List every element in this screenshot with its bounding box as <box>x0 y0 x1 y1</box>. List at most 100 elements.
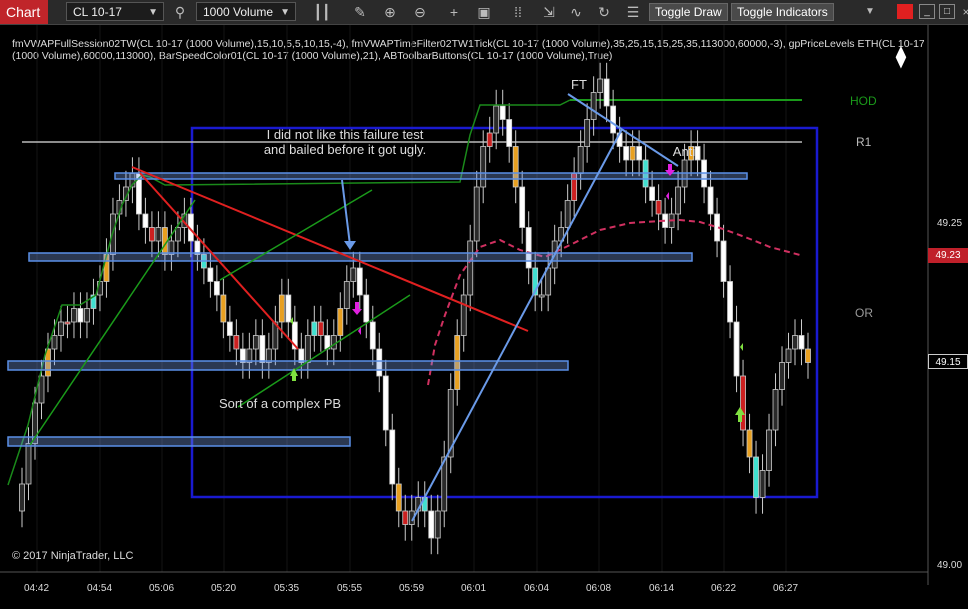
candle-body <box>473 186 480 242</box>
candle-body <box>772 389 779 431</box>
chart-toolbar: Chart CL 10-17 ▼ ⚲ 1000 Volume ▼ ┃┃ ✎ ⊕ ⊖ … <box>0 0 968 25</box>
candle-body <box>629 146 636 161</box>
candle-body <box>259 335 266 363</box>
candle-body <box>785 348 792 363</box>
failure-note-line-1: I did not like this failure test <box>266 127 424 142</box>
candle-body <box>577 146 584 174</box>
candle-body <box>805 348 811 363</box>
candle-body <box>480 146 487 188</box>
candle-body <box>84 308 90 323</box>
candle-body <box>278 294 285 323</box>
time-tick: 06:01 <box>461 583 487 594</box>
candle-body <box>25 443 32 485</box>
candle-body <box>434 510 441 539</box>
price-zone-bottom[interactable] <box>7 436 351 447</box>
candle-body <box>733 321 740 377</box>
candle-body <box>720 240 727 282</box>
minimize-icon[interactable]: _ <box>919 4 935 19</box>
time-tick: 06:27 <box>773 583 799 594</box>
pencil-icon[interactable]: ✎ <box>351 3 369 21</box>
time-tick: 06:22 <box>711 583 737 594</box>
candle-body <box>460 294 467 336</box>
candle-body <box>759 470 766 498</box>
instrument-selector[interactable]: CL 10-17 ▼ <box>66 2 164 21</box>
time-tick: 06:04 <box>524 583 550 594</box>
restore-icon[interactable]: □ <box>939 4 955 19</box>
candle-body <box>798 335 805 350</box>
candle-body <box>525 227 532 269</box>
candle-body <box>343 281 350 309</box>
candle-body <box>707 186 714 215</box>
r1-label: R1 <box>856 135 872 149</box>
or-label: OR <box>855 306 873 320</box>
green-tick-marker-icon <box>740 343 743 351</box>
candle-body <box>597 78 604 93</box>
annotation-arrow-head <box>344 241 356 250</box>
bar-type-selector[interactable]: 1000 Volume ▼ <box>196 2 296 21</box>
zoom-out-icon[interactable]: ⊖ <box>411 3 429 21</box>
candle-body <box>766 429 772 471</box>
close-icon[interactable]: × <box>957 3 968 21</box>
templates-icon[interactable]: ☰ <box>624 3 642 21</box>
blue-trendline-up[interactable] <box>411 128 623 522</box>
chevron-down-icon: ▼ <box>148 7 158 18</box>
candle-body <box>64 321 71 325</box>
toggle-indicators-button[interactable]: Toggle Indicators <box>731 3 834 21</box>
properties-icon[interactable]: ⁞⁞ <box>509 3 527 21</box>
candle-body <box>727 281 733 323</box>
candle-body <box>389 429 396 485</box>
ft-label: FT <box>571 77 587 92</box>
time-tick: 05:20 <box>211 583 237 594</box>
candle-body <box>792 335 798 350</box>
candle-body <box>213 281 220 296</box>
candle-body <box>538 294 545 298</box>
candle-body <box>77 308 84 323</box>
strategies-icon[interactable]: ⇲ <box>540 3 558 21</box>
time-tick: 05:59 <box>399 583 425 594</box>
candle-body <box>285 294 292 323</box>
candle-body <box>51 335 58 350</box>
time-tick: 05:55 <box>337 583 363 594</box>
candle-body <box>467 240 474 296</box>
price-zone-upper[interactable] <box>114 172 748 180</box>
candle-body <box>304 335 311 363</box>
current-price-label: 49.23 <box>928 248 968 263</box>
candle-body <box>311 321 318 336</box>
candle-body <box>402 510 409 525</box>
search-icon[interactable]: ⚲ <box>171 3 189 21</box>
candle-body <box>175 227 181 242</box>
instrument-value: CL 10-17 <box>73 5 122 19</box>
time-tick: 05:06 <box>149 583 175 594</box>
annotation-arrow-line[interactable] <box>341 179 351 246</box>
refresh-icon[interactable]: ↻ <box>595 3 613 21</box>
marker-price-label: 49.15 <box>928 354 968 369</box>
indicators-icon[interactable]: ∿ <box>567 3 585 21</box>
chart-grid <box>36 25 787 572</box>
candle-body <box>363 294 370 323</box>
candle-body <box>330 335 337 350</box>
price-zone-lower[interactable] <box>7 360 569 371</box>
bar-style-icon[interactable]: ┃┃ <box>313 3 331 21</box>
candle-body <box>584 119 591 147</box>
candle-body <box>356 267 363 296</box>
data-box-icon[interactable]: ▣ <box>475 3 493 21</box>
candle-body <box>746 429 753 458</box>
price-zone-middle[interactable] <box>28 252 693 262</box>
crosshair-icon[interactable]: + <box>445 3 463 21</box>
candle-body <box>207 267 214 282</box>
candle-body <box>519 186 526 228</box>
color-icon[interactable] <box>897 4 913 19</box>
candle-body <box>506 119 513 147</box>
chevron-down-icon[interactable]: ▼ <box>861 3 879 21</box>
candle-body <box>395 483 402 512</box>
price-chart[interactable] <box>0 25 968 609</box>
candle-body <box>493 105 500 134</box>
magenta-down-arrow-icon <box>352 302 362 315</box>
hod-label: HOD <box>850 94 877 108</box>
time-tick: 06:08 <box>586 583 612 594</box>
chart-tab[interactable]: Chart <box>0 0 48 24</box>
toggle-draw-button[interactable]: Toggle Draw <box>649 3 728 21</box>
candle-body <box>590 92 597 120</box>
zoom-in-icon[interactable]: ⊕ <box>381 3 399 21</box>
time-tick: 04:42 <box>24 583 50 594</box>
